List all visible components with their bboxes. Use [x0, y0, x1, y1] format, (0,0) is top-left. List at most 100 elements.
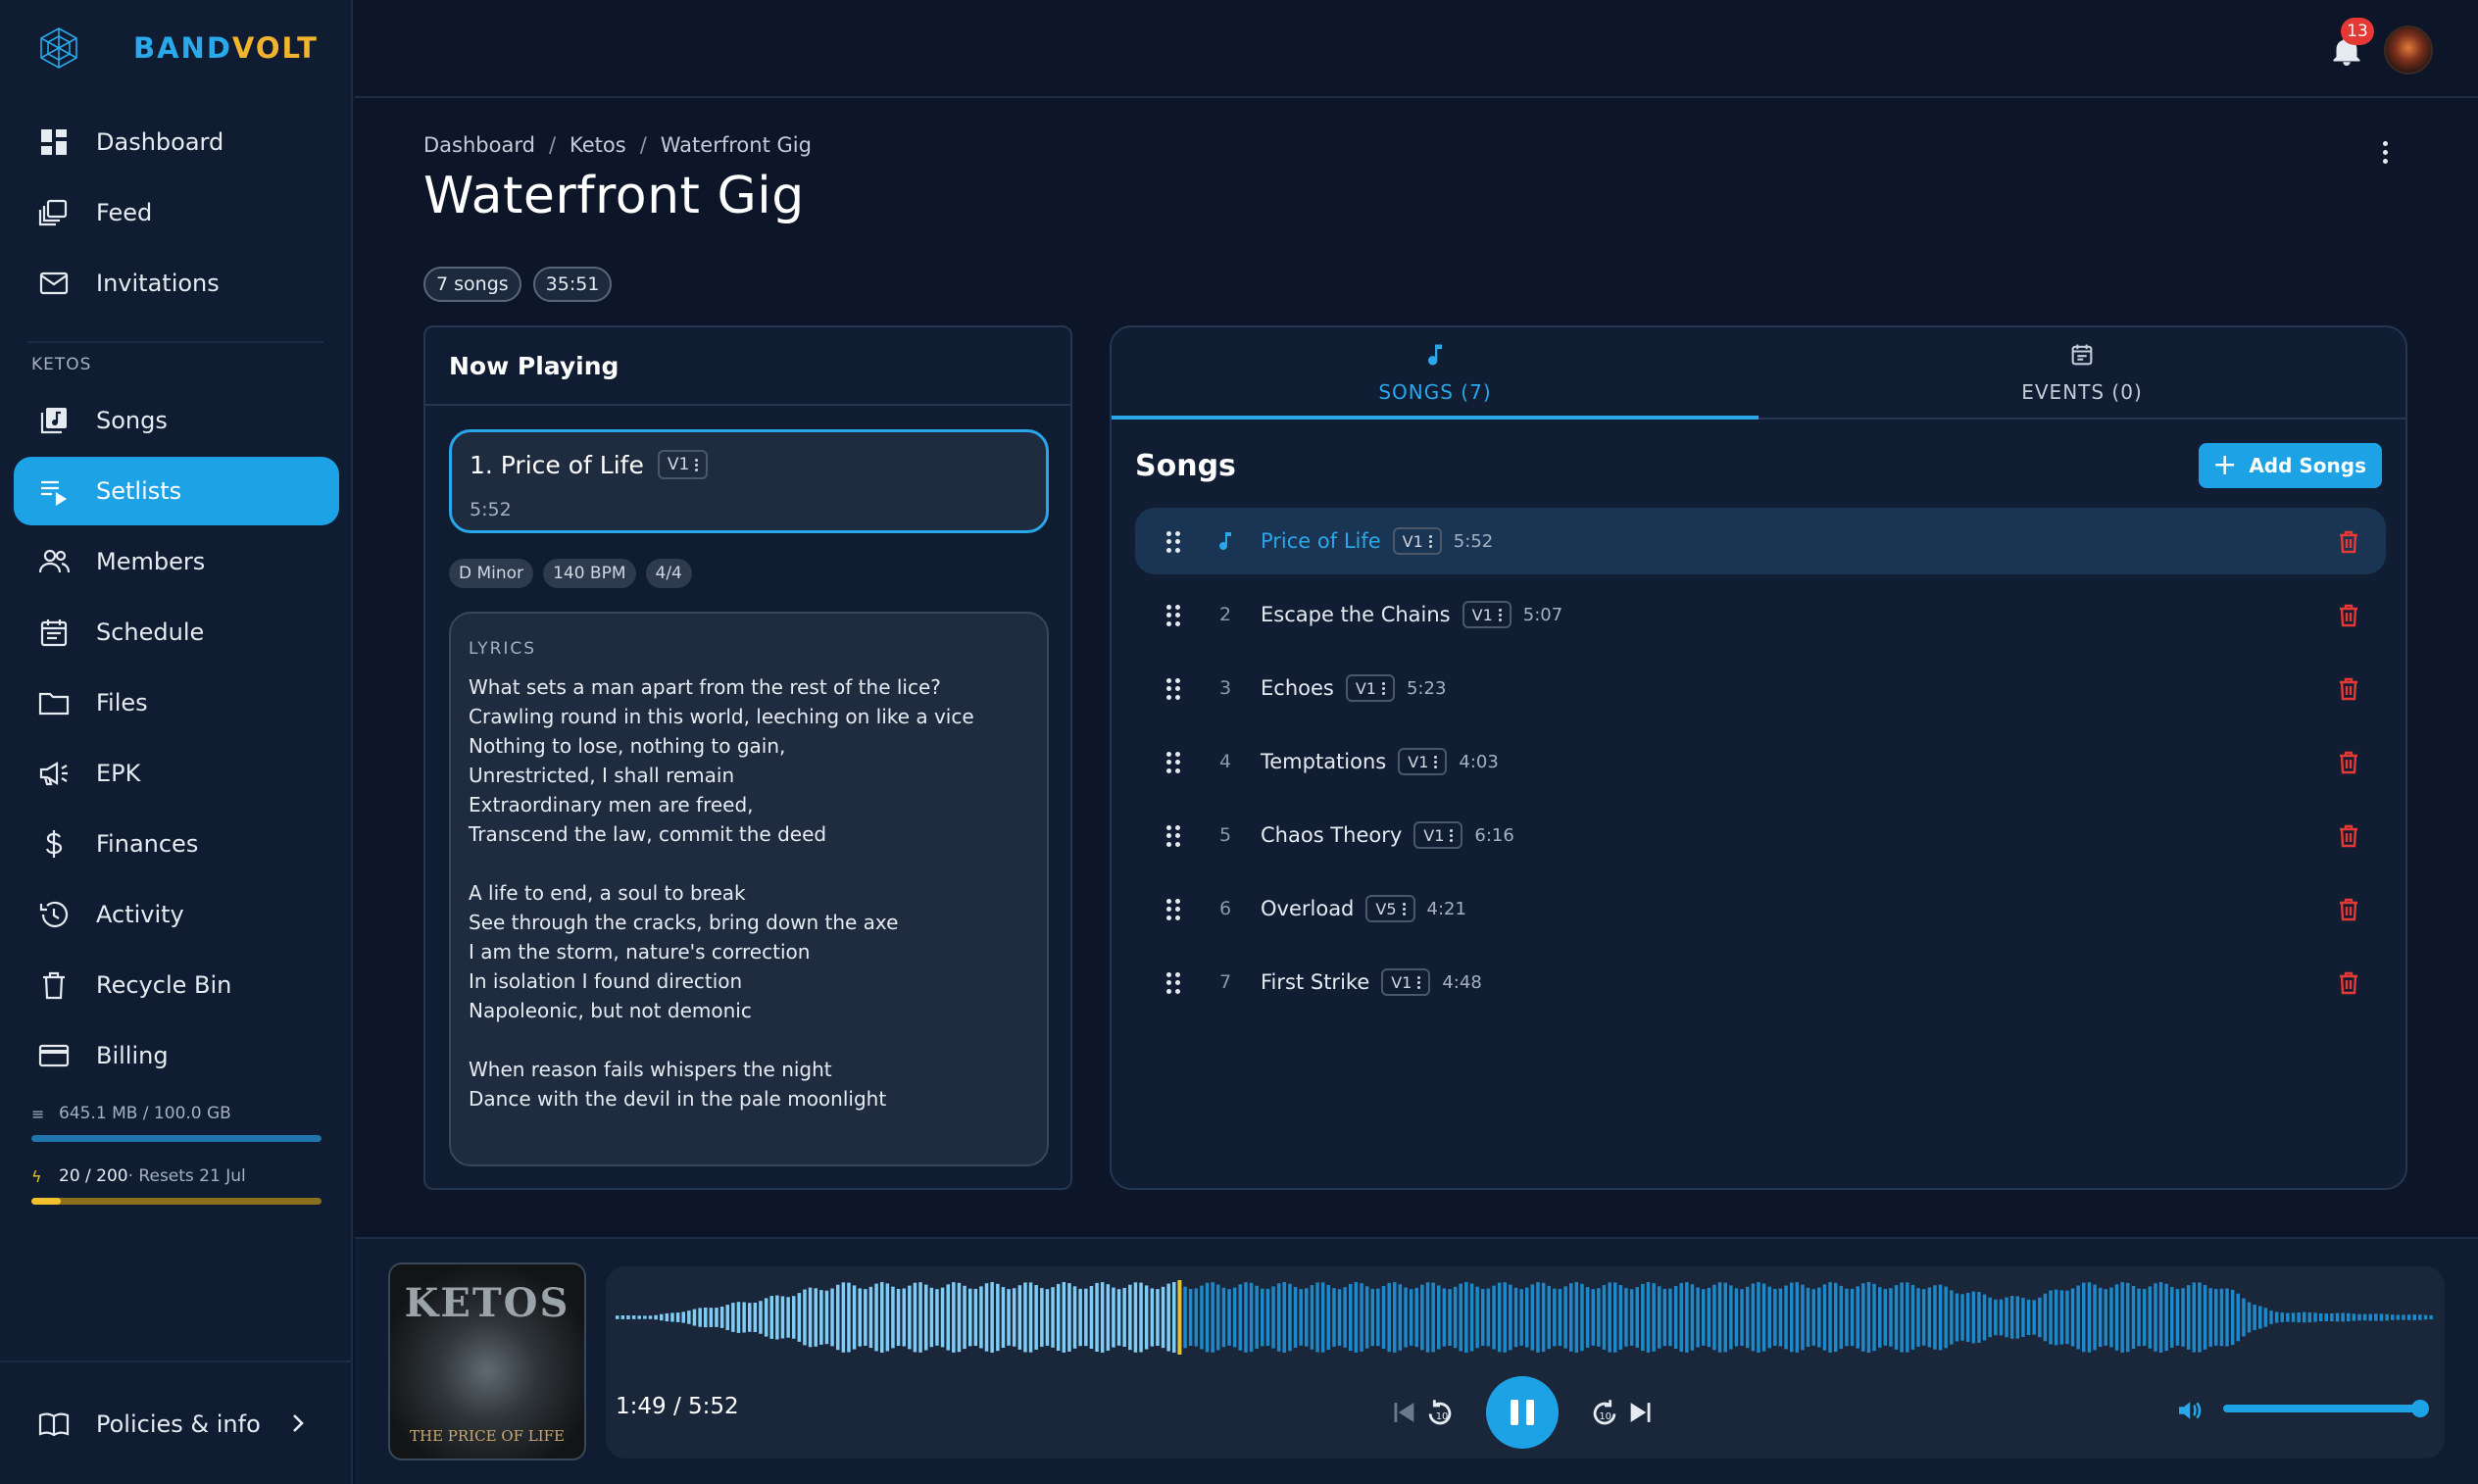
waveform-bar — [841, 1282, 846, 1353]
delete-icon[interactable] — [2337, 750, 2360, 775]
waveform-bar — [2098, 1287, 2103, 1348]
history-icon — [37, 898, 71, 931]
version-selector[interactable]: V1 — [1345, 674, 1395, 702]
waveform-bar — [620, 1315, 625, 1319]
waveform-bar — [1734, 1288, 1739, 1347]
nav-item-finances[interactable]: Finances — [14, 810, 339, 878]
skip-next-icon[interactable] — [1625, 1396, 1659, 1429]
user-avatar[interactable] — [2384, 25, 2433, 74]
waveform-bar — [2005, 1297, 2008, 1338]
waveform-bar — [1712, 1284, 1716, 1351]
nav-label: Members — [96, 548, 206, 575]
waveform-bar — [990, 1282, 994, 1353]
add-songs-button[interactable]: + Add Songs — [2199, 443, 2382, 488]
waveform-bar — [1597, 1288, 1601, 1347]
version-selector[interactable]: V5 — [1365, 895, 1415, 922]
nav-item-schedule[interactable]: Schedule — [14, 598, 339, 667]
now-playing-song-card[interactable]: 1. Price of Life V1 5:52 — [449, 429, 1049, 533]
nav-item-activity[interactable]: Activity — [14, 880, 339, 949]
waveform-seekbar[interactable] — [616, 1278, 2435, 1357]
waveform-bar — [2137, 1288, 2141, 1347]
waveform-bar — [2154, 1283, 2157, 1352]
forward-10-icon[interactable]: 10 — [1588, 1396, 1621, 1429]
version-selector[interactable]: V1 — [657, 450, 709, 479]
tab-events[interactable]: EVENTS (0) — [1759, 327, 2405, 420]
breadcrumb-ketos[interactable]: Ketos — [570, 133, 626, 157]
nav-item-invitations[interactable]: Invitations — [14, 249, 339, 318]
waveform-bar — [1784, 1285, 1788, 1350]
breadcrumb-dashboard[interactable]: Dashboard — [423, 133, 535, 157]
song-row[interactable]: 5 Chaos Theory V1 6:16 — [1135, 802, 2386, 868]
nav-item-setlists[interactable]: Setlists — [14, 457, 339, 525]
song-row[interactable]: Price of Life V1 5:52 — [1135, 508, 2386, 574]
drag-handle-icon[interactable] — [1166, 752, 1180, 773]
tab-songs[interactable]: SONGS (7) — [1112, 327, 1759, 420]
skip-previous-icon[interactable] — [1386, 1396, 1419, 1429]
more-options-icon[interactable] — [2370, 137, 2400, 167]
drag-handle-icon[interactable] — [1166, 605, 1180, 626]
drag-handle-icon[interactable] — [1166, 825, 1180, 847]
waveform-bar — [1310, 1285, 1314, 1350]
pause-button[interactable] — [1486, 1376, 1559, 1449]
waveform-bar — [2313, 1312, 2317, 1322]
waveform-bar — [2087, 1282, 2092, 1353]
waveform-bar — [1509, 1284, 1512, 1351]
delete-icon[interactable] — [2337, 823, 2360, 849]
policies-info-link[interactable]: Policies & info — [14, 1390, 339, 1459]
song-row[interactable]: 2 Escape the Chains V1 5:07 — [1135, 581, 2386, 648]
waveform-bar — [830, 1288, 834, 1347]
version-selector[interactable]: V1 — [1413, 821, 1463, 849]
waveform-bar — [996, 1283, 1000, 1352]
delete-icon[interactable] — [2337, 529, 2360, 555]
version-selector[interactable]: V1 — [1392, 527, 1442, 555]
volume-slider-thumb[interactable] — [2411, 1400, 2429, 1417]
drag-handle-icon[interactable] — [1166, 531, 1180, 553]
waveform-bar — [753, 1303, 758, 1332]
songs-panel: SONGS (7) EVENTS (0) Songs + Add Songs Pr… — [1110, 325, 2407, 1190]
delete-icon[interactable] — [2337, 897, 2360, 922]
nav-item-recycle-bin[interactable]: Recycle Bin — [14, 951, 339, 1019]
waveform-bar — [2379, 1313, 2384, 1321]
nav-item-songs[interactable]: Songs — [14, 386, 339, 455]
waveform-bar — [2148, 1286, 2152, 1349]
delete-icon[interactable] — [2337, 970, 2360, 996]
band-nav: Songs Setlists Members Schedule Files EP… — [14, 386, 339, 1092]
song-row[interactable]: 4 Temptations V1 4:03 — [1135, 728, 2386, 795]
waveform-bar — [1442, 1288, 1447, 1347]
waveform-bar — [929, 1287, 934, 1348]
nav-item-members[interactable]: Members — [14, 527, 339, 596]
waveform-bar — [1205, 1282, 1210, 1353]
waveform-bar — [1624, 1288, 1628, 1347]
delete-icon[interactable] — [2337, 676, 2360, 702]
volume-icon[interactable] — [2174, 1396, 2204, 1425]
delete-icon[interactable] — [2337, 603, 2360, 628]
song-row[interactable]: 6 Overload V5 4:21 — [1135, 875, 2386, 942]
nav-item-dashboard[interactable]: Dashboard — [14, 108, 339, 176]
drag-handle-icon[interactable] — [1166, 972, 1180, 994]
rewind-10-icon[interactable]: 10 — [1423, 1396, 1457, 1429]
sidebar: BANDVOLT Dashboard Feed Invitations KETO… — [0, 0, 353, 1484]
nav-divider — [27, 341, 323, 343]
sidebar-divider — [0, 1360, 351, 1362]
waveform-bar — [1139, 1282, 1143, 1353]
more-vertical-icon — [1434, 755, 1438, 768]
song-row[interactable]: 3 Echoes V1 5:23 — [1135, 655, 2386, 721]
drag-handle-icon[interactable] — [1166, 678, 1180, 700]
drag-handle-icon[interactable] — [1166, 899, 1180, 920]
waveform-bar — [1017, 1285, 1022, 1350]
waveform-bar — [675, 1312, 680, 1322]
version-selector[interactable]: V1 — [1462, 601, 1512, 628]
volume-slider-track[interactable] — [2223, 1405, 2423, 1412]
song-row[interactable]: 7 First Strike V1 4:48 — [1135, 949, 2386, 1015]
brand[interactable]: BANDVOLT — [35, 24, 319, 73]
waveform-bar — [918, 1282, 922, 1353]
waveform-bar — [2109, 1287, 2113, 1348]
nav-item-epk[interactable]: EPK — [14, 739, 339, 808]
waveform-bar — [2126, 1282, 2130, 1353]
playhead-marker[interactable] — [1177, 1280, 1182, 1355]
version-selector[interactable]: V1 — [1381, 968, 1431, 996]
nav-item-billing[interactable]: Billing — [14, 1021, 339, 1090]
nav-item-files[interactable]: Files — [14, 668, 339, 737]
version-selector[interactable]: V1 — [1398, 748, 1448, 775]
nav-item-feed[interactable]: Feed — [14, 178, 339, 247]
